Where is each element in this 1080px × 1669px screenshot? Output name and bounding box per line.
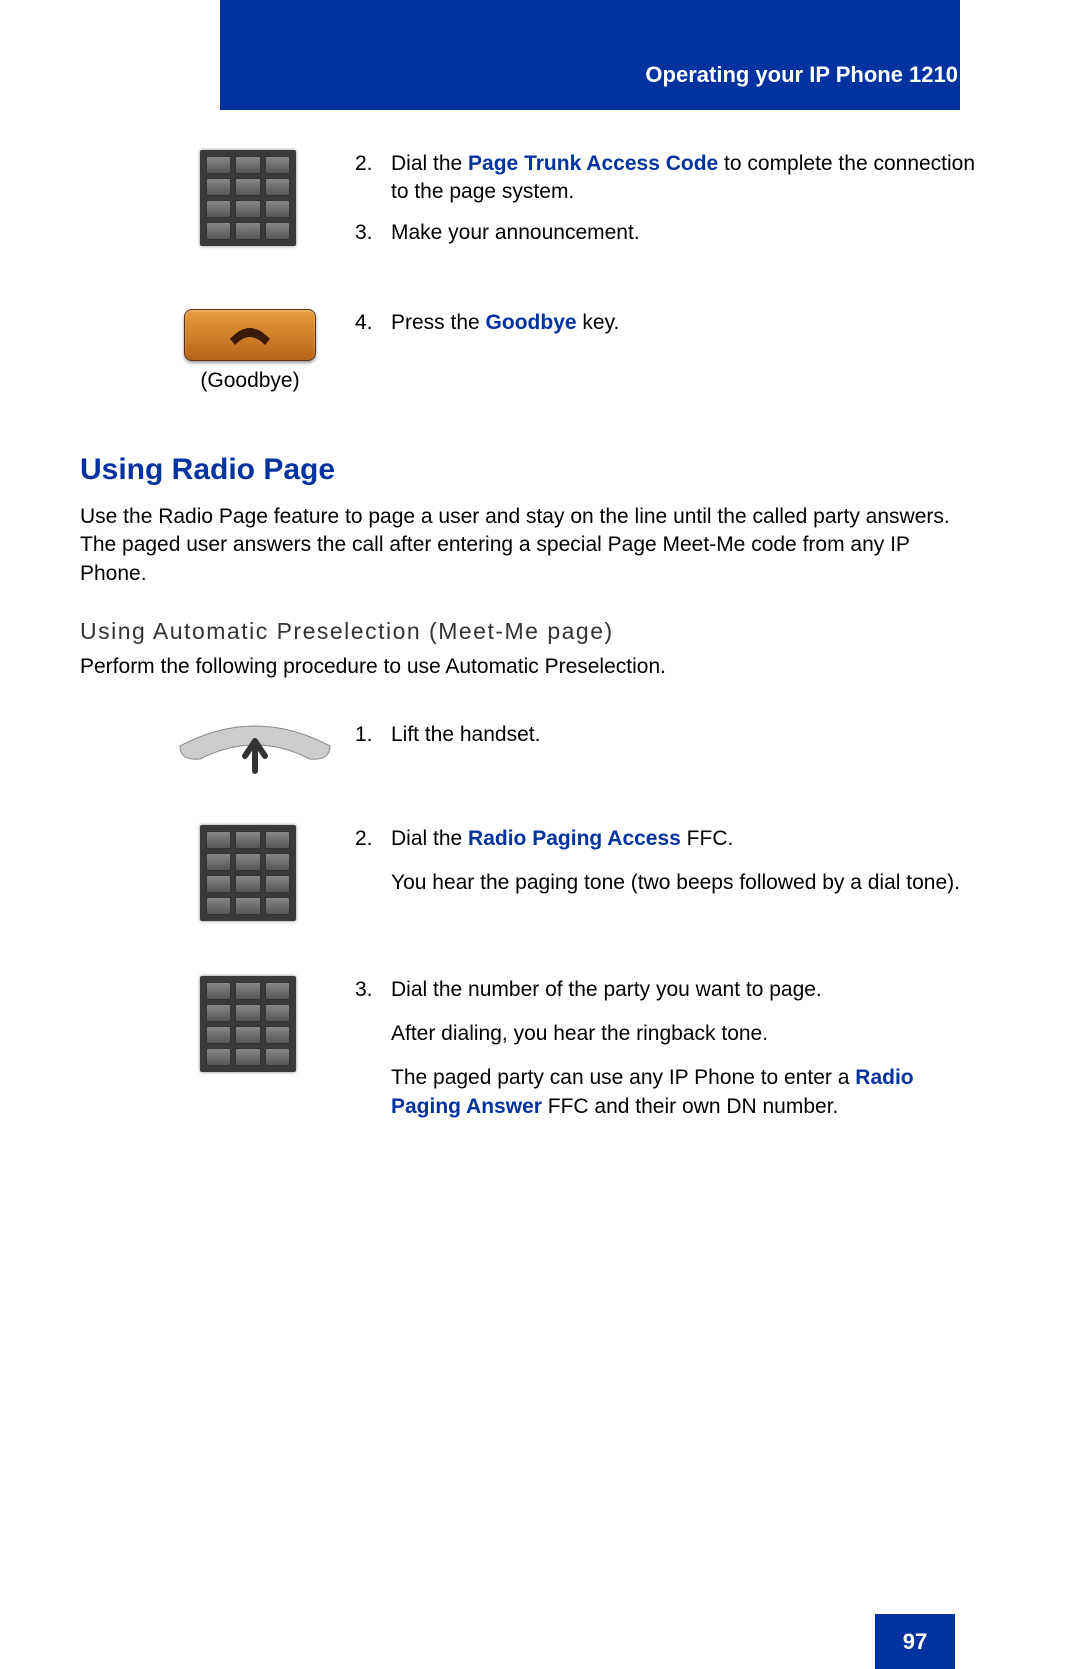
link-text: Goodbye <box>486 311 577 334</box>
step-num: 4. <box>355 309 391 337</box>
goodbye-label: (Goodbye) <box>180 367 320 395</box>
step-row-handset: 1. Lift the handset. <box>80 721 980 789</box>
text: Dial the number of the party you want to… <box>391 976 980 1004</box>
step-text: Dial the Radio Paging Access FFC. You he… <box>391 825 980 898</box>
radio-step-1: 1. Lift the handset. <box>355 721 980 749</box>
text: You hear the paging tone (two beeps foll… <box>391 869 980 897</box>
subsection-heading: Using Automatic Preselection (Meet-Me pa… <box>80 616 980 647</box>
step-4: 4. Press the Goodbye key. <box>355 309 980 337</box>
step-row-keypad-3: 3. Dial the number of the party you want… <box>80 976 980 1133</box>
step-text: Make your announcement. <box>391 219 980 247</box>
step-text: Dial the number of the party you want to… <box>391 976 980 1121</box>
text: Dial the <box>391 827 468 850</box>
text: Press the <box>391 311 486 334</box>
header-bar <box>220 0 960 110</box>
header-title: Operating your IP Phone 1210 <box>645 60 958 90</box>
step-num: 2. <box>355 150 391 178</box>
text: key. <box>577 311 620 334</box>
text: The paged party can use any IP Phone to … <box>391 1066 855 1089</box>
step-row-goodbye: (Goodbye) 4. Press the Goodbye key. <box>80 309 980 395</box>
page-content: 2. Dial the Page Trunk Access Code to co… <box>80 150 980 1143</box>
step-row-keypad-2: 2. Dial the Radio Paging Access FFC. You… <box>80 825 980 921</box>
step-num: 2. <box>355 825 391 853</box>
text: FFC and their own DN number. <box>542 1095 838 1118</box>
step-row-keypad-1: 2. Dial the Page Trunk Access Code to co… <box>80 150 980 259</box>
step-num: 1. <box>355 721 391 749</box>
page-number: 97 <box>875 1614 955 1669</box>
keypad-icon <box>200 825 296 921</box>
section-intro: Use the Radio Page feature to page a use… <box>80 503 980 588</box>
step-3: 3. Make your announcement. <box>355 219 980 247</box>
section-heading: Using Radio Page <box>80 450 980 491</box>
text: The paged party can use any IP Phone to … <box>391 1064 980 1121</box>
step-text: Lift the handset. <box>391 721 980 749</box>
keypad-icon <box>200 976 296 1072</box>
step-text: Dial the Page Trunk Access Code to compl… <box>391 150 980 207</box>
keypad-icon <box>200 150 296 246</box>
goodbye-key-icon <box>184 309 316 361</box>
subsection-intro: Perform the following procedure to use A… <box>80 653 980 681</box>
radio-step-3: 3. Dial the number of the party you want… <box>355 976 980 1121</box>
step-2: 2. Dial the Page Trunk Access Code to co… <box>355 150 980 207</box>
step-num: 3. <box>355 219 391 247</box>
text: Dial the <box>391 152 468 175</box>
handset-icon <box>170 721 340 789</box>
step-num: 3. <box>355 976 391 1004</box>
text: FFC. <box>681 827 734 850</box>
radio-step-2: 2. Dial the Radio Paging Access FFC. You… <box>355 825 980 898</box>
text: After dialing, you hear the ringback ton… <box>391 1020 980 1048</box>
step-text: Press the Goodbye key. <box>391 309 980 337</box>
link-text: Radio Paging Access <box>468 827 681 850</box>
link-text: Page Trunk Access Code <box>468 152 718 175</box>
